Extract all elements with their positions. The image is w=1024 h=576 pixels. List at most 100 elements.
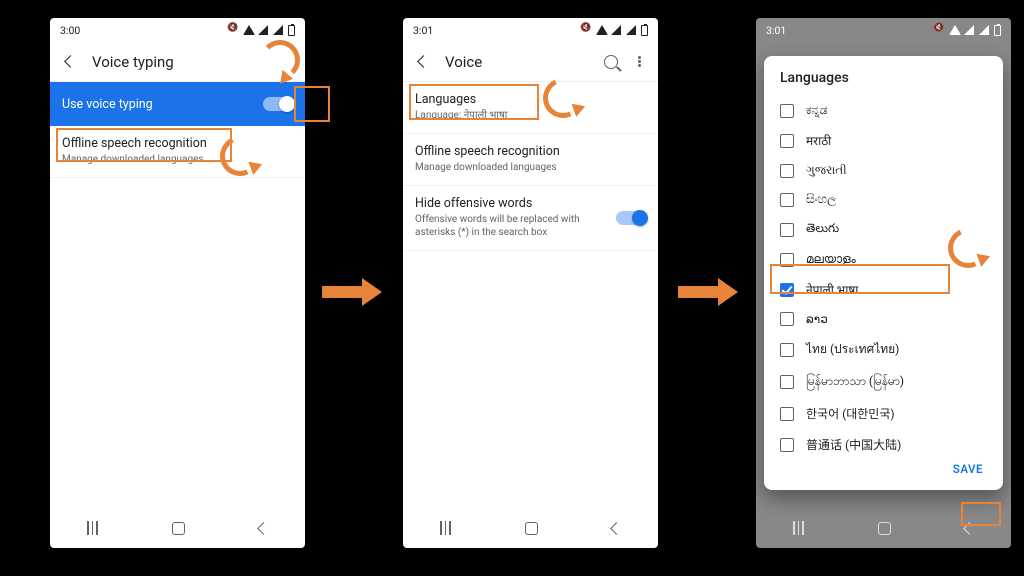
clock: 3:00	[60, 24, 80, 37]
clock: 3:01	[766, 24, 786, 37]
checkbox-icon[interactable]	[780, 312, 794, 326]
checkbox-icon[interactable]	[780, 407, 794, 421]
nav-back-icon[interactable]	[963, 522, 976, 535]
language-label: മലയാളം	[806, 252, 856, 267]
checkbox-icon[interactable]	[780, 253, 794, 267]
status-bar: 3:01	[756, 18, 1011, 42]
signal-icon	[979, 25, 991, 35]
checkbox-icon[interactable]	[780, 438, 794, 452]
offline-speech-title: Offline speech recognition	[415, 144, 646, 159]
nav-recents-icon[interactable]	[440, 521, 451, 535]
mute-icon	[582, 25, 593, 36]
language-item[interactable]: 普通话 (中国大陆)	[768, 429, 999, 452]
use-voice-typing-row[interactable]: Use voice typing	[50, 82, 305, 126]
status-bar: 3:00	[50, 18, 305, 42]
back-icon[interactable]	[415, 54, 431, 70]
system-navbar	[50, 508, 305, 548]
phone-languages-dialog: 3:01 Languages ಕನ್ನಡ मराठी ગુજરાતીසිංහල తెల…	[756, 18, 1011, 548]
nav-recents-icon[interactable]	[87, 521, 98, 535]
language-label: ไทย (ประเทศไทย)	[806, 340, 899, 359]
checkbox-icon[interactable]	[780, 134, 794, 148]
battery-icon	[641, 25, 648, 36]
search-icon[interactable]	[604, 55, 618, 69]
use-voice-typing-label: Use voice typing	[62, 97, 153, 112]
offline-speech-title: Offline speech recognition	[62, 136, 293, 151]
language-item[interactable]: ગુજરાતી	[768, 156, 999, 185]
status-bar: 3:01	[403, 18, 658, 42]
checkbox-icon[interactable]	[780, 164, 794, 178]
step-arrow-icon	[678, 278, 738, 306]
language-label: မြန်မာဘာသာ (မြန်မာ)	[806, 373, 904, 391]
page-title: Voice typing	[92, 53, 174, 71]
offline-speech-row[interactable]: Offline speech recognition Manage downlo…	[403, 134, 658, 186]
signal-icon	[611, 25, 623, 35]
back-icon[interactable]	[62, 54, 78, 70]
mute-icon	[935, 25, 946, 36]
language-label: मराठी	[806, 132, 831, 149]
battery-icon	[288, 25, 295, 36]
signal-icon	[964, 25, 976, 35]
phone-voice-typing: 3:00 Voice typing Use voice typing Offli…	[50, 18, 305, 548]
language-item[interactable]: മലയാളം	[768, 245, 999, 274]
step-arrow-icon	[322, 278, 382, 306]
header: Voice typing	[50, 42, 305, 82]
language-label: ລາວ	[806, 312, 828, 326]
signal-icon	[626, 25, 638, 35]
language-item[interactable]: नेपाली भाषा	[768, 274, 999, 305]
language-item[interactable]: తెలుగు	[768, 214, 999, 245]
checkbox-icon[interactable]	[780, 193, 794, 207]
more-icon[interactable]	[632, 55, 646, 69]
language-item[interactable]: ಕನ್ನಡ	[768, 96, 999, 125]
use-voice-typing-toggle[interactable]	[263, 97, 293, 111]
wifi-icon	[949, 25, 961, 35]
status-icons	[229, 25, 295, 36]
battery-icon	[994, 25, 1001, 36]
wifi-icon	[596, 25, 608, 35]
nav-back-icon[interactable]	[257, 522, 270, 535]
language-label: 普通话 (中国大陆)	[806, 436, 901, 452]
languages-dialog: Languages ಕನ್ನಡ मराठी ગુજરાતીසිංහල తెలుగు മല…	[764, 56, 1003, 490]
languages-title: Languages	[415, 92, 646, 107]
language-label: 한국어 (대한민국)	[806, 405, 895, 422]
language-label: नेपाली भाषा	[806, 281, 858, 298]
language-label: తెలుగు	[806, 221, 839, 238]
dialog-title: Languages	[768, 70, 999, 96]
signal-icon	[273, 25, 285, 35]
status-icons	[582, 25, 648, 36]
save-button[interactable]: SAVE	[945, 458, 991, 480]
nav-back-icon[interactable]	[610, 522, 623, 535]
languages-sub: Language: नेपाली भाषा	[415, 109, 646, 122]
header: Voice	[403, 42, 658, 82]
offline-speech-row[interactable]: Offline speech recognition Manage downlo…	[50, 126, 305, 178]
system-navbar	[403, 508, 658, 548]
language-item[interactable]: မြန်မာဘာသာ (မြန်မာ)	[768, 366, 999, 398]
language-list[interactable]: ಕನ್ನಡ मराठी ગુજરાતીසිංහල తెలుగు മലയാളം नेपाली…	[768, 96, 999, 452]
language-item[interactable]: ລາວ	[768, 305, 999, 333]
phone-voice-settings: 3:01 Voice Languages Language: नेपाली भा…	[403, 18, 658, 548]
checkbox-icon[interactable]	[780, 223, 794, 237]
languages-row[interactable]: Languages Language: नेपाली भाषा	[403, 82, 658, 134]
language-item[interactable]: සිංහල	[768, 185, 999, 214]
system-navbar	[756, 508, 1011, 548]
page-title: Voice	[445, 53, 482, 71]
hide-offensive-toggle[interactable]	[616, 211, 646, 225]
hide-offensive-title: Hide offensive words	[415, 196, 606, 211]
clock: 3:01	[413, 24, 433, 37]
signal-icon	[258, 25, 270, 35]
checkbox-icon[interactable]	[780, 375, 794, 389]
checkbox-icon[interactable]	[780, 343, 794, 357]
nav-home-icon[interactable]	[172, 522, 185, 535]
wifi-icon	[243, 25, 255, 35]
checkbox-icon[interactable]	[780, 104, 794, 118]
offline-speech-sub: Manage downloaded languages	[415, 161, 646, 174]
hide-offensive-sub: Offensive words will be replaced with as…	[415, 213, 606, 239]
checkbox-icon[interactable]	[780, 283, 794, 297]
nav-recents-icon[interactable]	[793, 521, 804, 535]
language-item[interactable]: मराठी	[768, 125, 999, 156]
nav-home-icon[interactable]	[525, 522, 538, 535]
language-item[interactable]: 한국어 (대한민국)	[768, 398, 999, 429]
language-item[interactable]: ไทย (ประเทศไทย)	[768, 333, 999, 366]
mute-icon	[229, 25, 240, 36]
hide-offensive-row[interactable]: Hide offensive words Offensive words wil…	[403, 186, 658, 251]
nav-home-icon[interactable]	[878, 522, 891, 535]
